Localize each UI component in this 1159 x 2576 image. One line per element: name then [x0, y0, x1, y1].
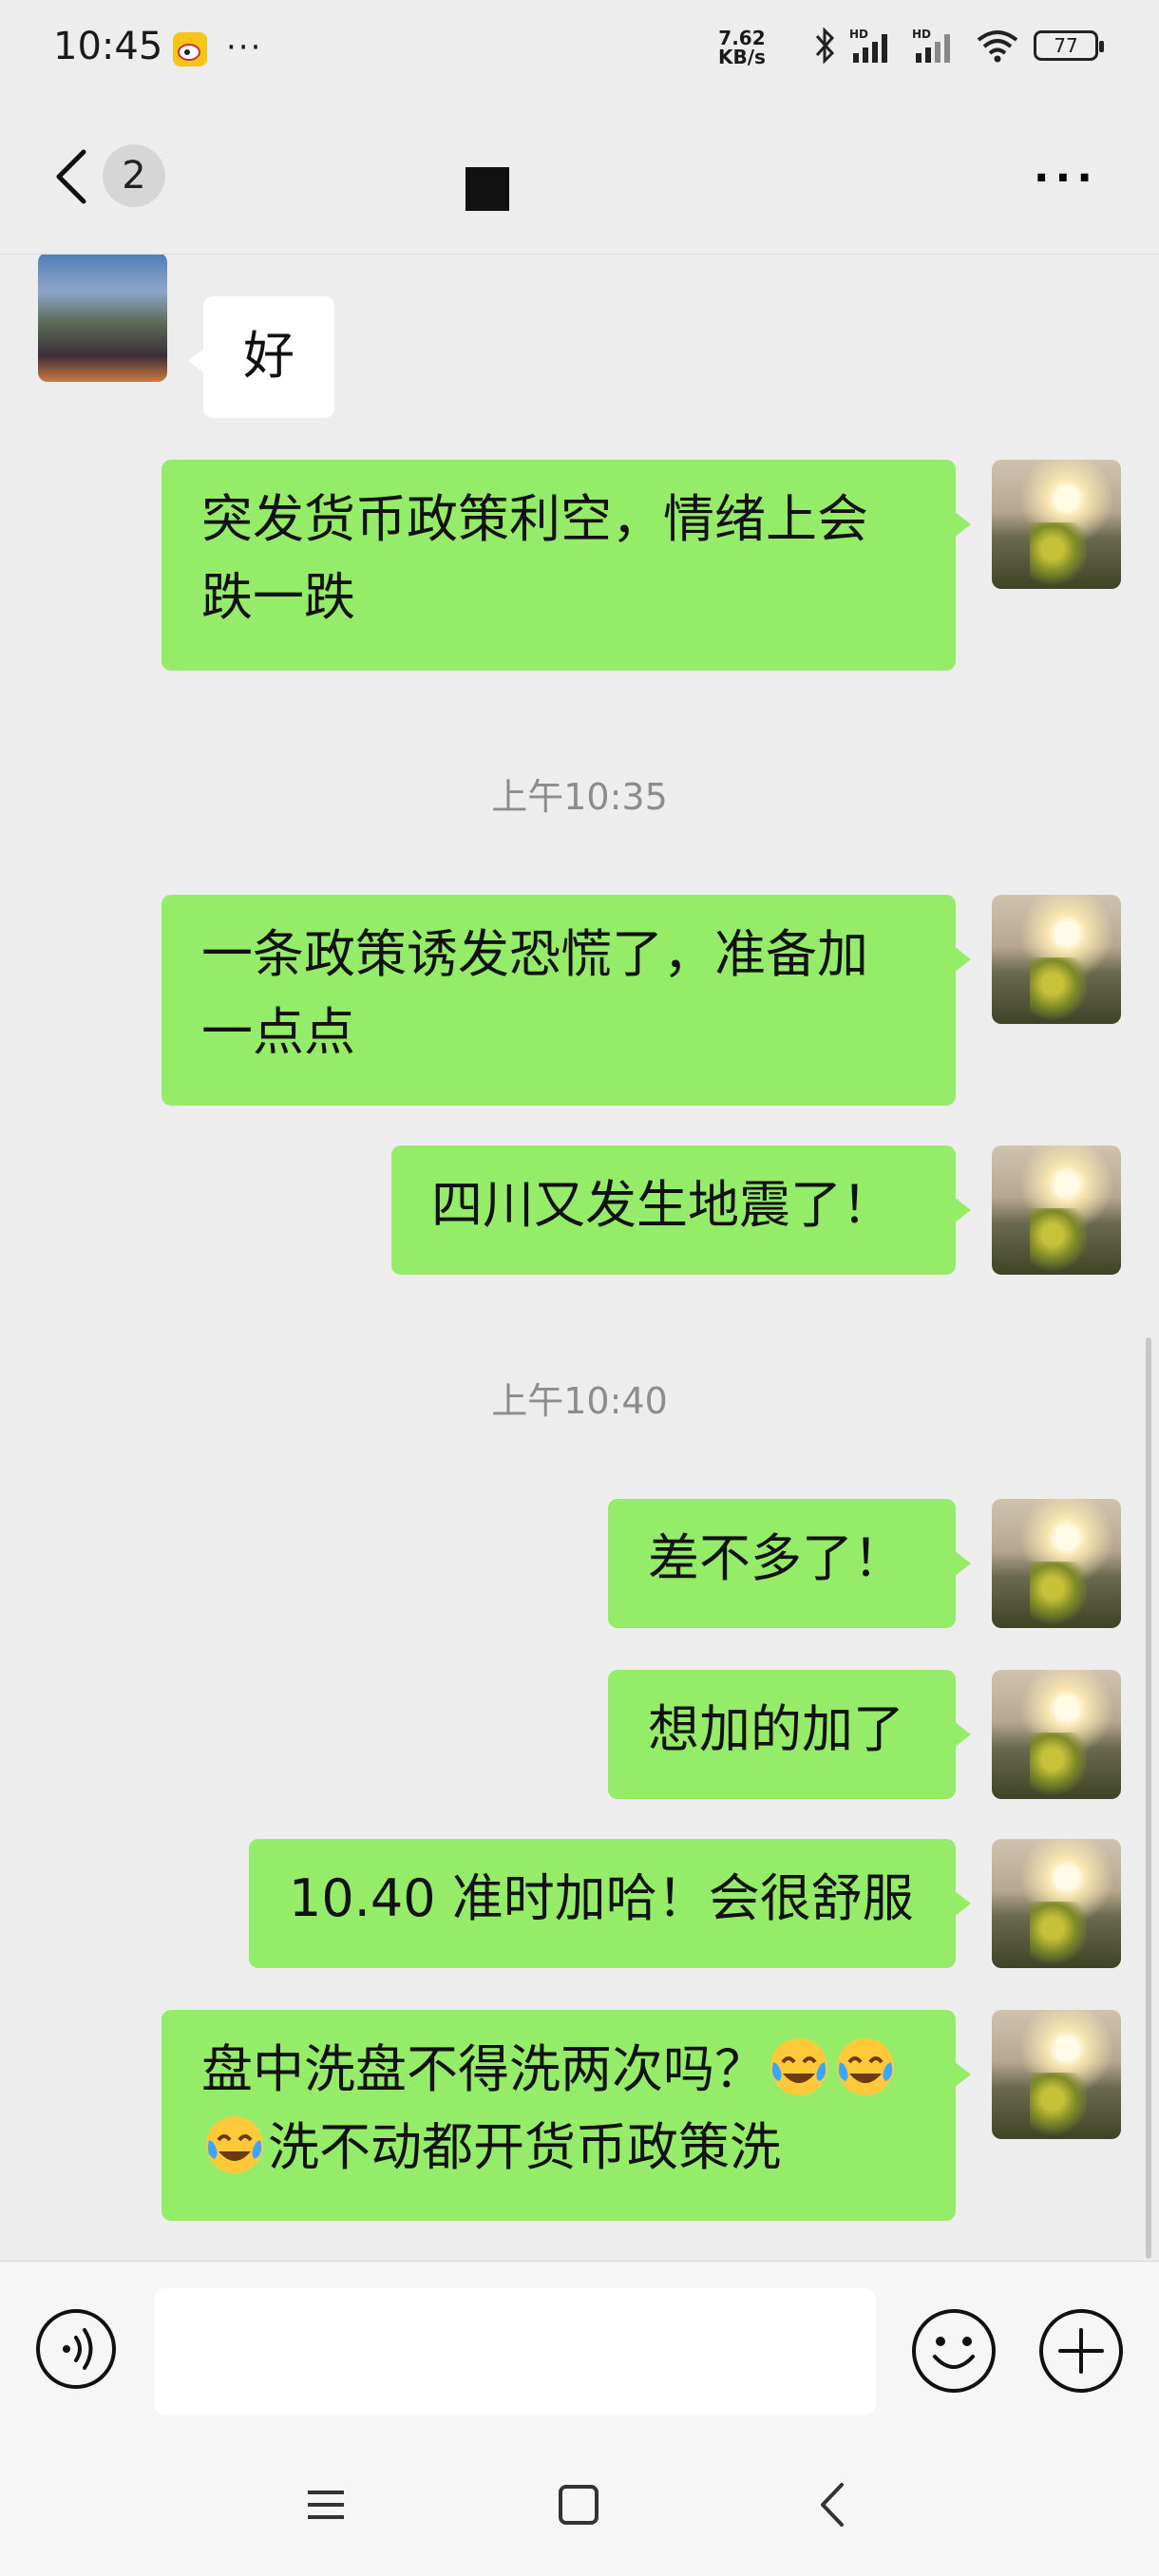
tears-of-joy-emoji-icon	[770, 2038, 827, 2095]
signal-hd-icon: HD	[849, 28, 887, 63]
message-text: 突发货币政策利空，情绪上会跌一跌	[201, 489, 868, 627]
tears-of-joy-emoji-icon	[837, 2038, 894, 2095]
message-bubble-outgoing[interactable]: 差不多了！	[608, 1499, 971, 1628]
battery-icon: 77	[1034, 30, 1104, 61]
contact-avatar[interactable]	[38, 255, 167, 382]
message-bubble-outgoing[interactable]: 想加的加了	[608, 1670, 971, 1799]
message-text: 想加的加了	[648, 1699, 904, 1759]
voice-input-icon[interactable]	[34, 2307, 118, 2391]
unread-count-badge[interactable]: 2	[103, 144, 165, 207]
message-text: 一条政策诱发恐慌了，准备加一点点	[201, 924, 868, 1062]
message-text: 洗不动都开货币政策洗	[268, 2117, 781, 2177]
wifi-icon	[977, 30, 1018, 63]
home-square-icon[interactable]	[555, 2481, 602, 2529]
emoji-smiley-icon[interactable]	[910, 2307, 998, 2395]
user-avatar[interactable]	[992, 1499, 1121, 1628]
scrollbar[interactable]	[1146, 1337, 1151, 2259]
system-back-icon[interactable]	[809, 2479, 857, 2530]
status-bar: 10:45 ··· 7.62 KB/s HD HD 77	[0, 0, 1159, 99]
system-navigation-bar	[0, 2432, 1159, 2576]
user-avatar[interactable]	[992, 895, 1121, 1024]
message-bubble-outgoing[interactable]: 盘中洗盘不得洗两次吗？ 洗不动都开货币政策洗	[162, 2010, 971, 2221]
chat-title-block	[466, 167, 509, 211]
tears-of-joy-emoji-icon	[206, 2116, 263, 2173]
status-icons: HD HD 77	[813, 27, 1104, 65]
user-avatar[interactable]	[992, 2010, 1121, 2139]
user-avatar[interactable]	[992, 1839, 1121, 1968]
message-bubble-incoming[interactable]: 好	[188, 296, 334, 418]
message-text: 10.40 准时加哈！会很舒服	[289, 1868, 914, 1928]
more-options-button[interactable]: ···	[1034, 154, 1098, 202]
message-input-bar	[0, 2261, 1159, 2432]
user-avatar[interactable]	[992, 460, 1121, 589]
message-bubble-outgoing[interactable]: 四川又发生地震了！	[391, 1146, 971, 1275]
message-bubble-outgoing[interactable]: 突发货币政策利空，情绪上会跌一跌	[162, 460, 971, 671]
message-bubble-outgoing[interactable]: 10.40 准时加哈！会很舒服	[249, 1839, 971, 1968]
message-timestamp: 上午10:35	[491, 776, 668, 818]
signal-hd-icon: HD	[912, 28, 950, 63]
user-avatar[interactable]	[992, 1146, 1121, 1275]
recent-apps-menu-icon[interactable]	[302, 2481, 350, 2529]
svg-text:HD: HD	[912, 28, 931, 41]
message-text-input[interactable]	[154, 2288, 876, 2415]
net-speed: 7.62 KB/s	[718, 28, 766, 66]
plus-icon[interactable]	[1037, 2307, 1125, 2395]
bluetooth-icon	[815, 27, 835, 65]
message-bubble-outgoing[interactable]: 一条政策诱发恐慌了，准备加一点点	[162, 895, 971, 1106]
chat-message-list[interactable]: 好 突发货币政策利空，情绪上会跌一跌 上午10:35 一条政策诱发恐慌了，准备加…	[0, 255, 1159, 2261]
net-speed-unit: KB/s	[718, 46, 766, 68]
chat-header: 2 ···	[0, 99, 1159, 255]
chat-title[interactable]	[466, 167, 509, 222]
svg-text:HD: HD	[849, 28, 868, 41]
message-text: 好	[243, 326, 294, 386]
message-text: 四川又发生地震了！	[431, 1175, 893, 1235]
message-text: 差不多了！	[648, 1528, 904, 1588]
user-avatar[interactable]	[992, 1670, 1121, 1799]
back-arrow-icon[interactable]	[46, 142, 103, 211]
net-speed-value: 7.62	[718, 27, 766, 49]
battery-level: 77	[1054, 34, 1078, 57]
message-text: 盘中洗盘不得洗两次吗？	[201, 2039, 766, 2099]
more-dots-icon: ···	[226, 28, 263, 66]
message-timestamp: 上午10:40	[491, 1380, 668, 1422]
weibo-icon	[173, 32, 207, 66]
status-time: 10:45	[53, 25, 163, 68]
